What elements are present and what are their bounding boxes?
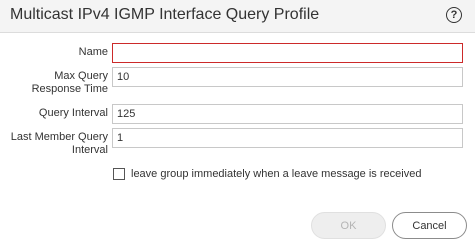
dialog-title: Multicast IPv4 IGMP Interface Query Prof… xyxy=(10,6,320,23)
dialog-header: Multicast IPv4 IGMP Interface Query Prof… xyxy=(0,0,475,33)
igmp-query-profile-dialog: Multicast IPv4 IGMP Interface Query Prof… xyxy=(0,0,475,250)
leave-group-label: leave group immediately when a leave mes… xyxy=(131,168,422,180)
query-interval-input[interactable] xyxy=(112,104,463,124)
last-member-label-line2: Interval xyxy=(71,144,108,156)
last-member-label-line1: Last Member Query xyxy=(10,131,108,143)
max-query-label-line1: Max Query xyxy=(54,70,108,82)
leave-group-checkbox[interactable] xyxy=(113,168,125,180)
ok-button[interactable]: OK xyxy=(311,212,386,239)
query-interval-label: Query Interval xyxy=(38,107,108,119)
last-member-query-interval-input[interactable] xyxy=(112,128,463,148)
cancel-button[interactable]: Cancel xyxy=(392,212,467,239)
max-query-response-time-label: Max Query Response Time xyxy=(32,70,108,96)
name-input[interactable] xyxy=(112,43,463,63)
max-query-label-line2: Response Time xyxy=(31,83,108,95)
help-icon[interactable]: ? xyxy=(446,7,462,23)
max-query-response-time-input[interactable] xyxy=(112,67,463,87)
leave-group-row: leave group immediately when a leave mes… xyxy=(113,167,421,181)
name-label: Name xyxy=(78,46,108,58)
last-member-query-interval-label: Last Member Query Interval xyxy=(11,131,108,157)
